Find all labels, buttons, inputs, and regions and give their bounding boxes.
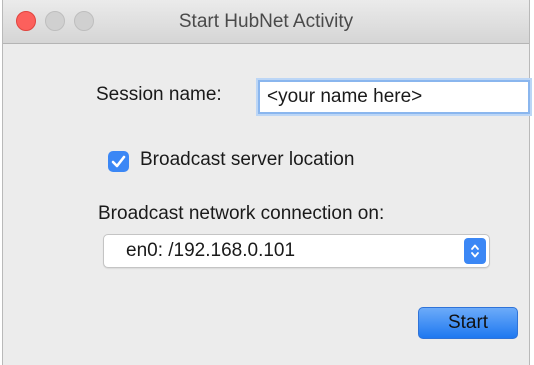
- updown-chevron-icon: [464, 238, 486, 264]
- window-title: Start HubNet Activity: [178, 11, 354, 32]
- network-connection-label: Broadcast network connection on:: [98, 203, 385, 224]
- session-name-label: Session name:: [96, 84, 222, 105]
- session-name-input[interactable]: [258, 80, 530, 114]
- start-hubnet-dialog: Start HubNet Activity Session name: Broa…: [2, 0, 530, 365]
- start-button[interactable]: Start: [418, 307, 518, 339]
- title-bar[interactable]: Start HubNet Activity: [3, 0, 529, 44]
- broadcast-server-checkbox[interactable]: [108, 151, 129, 172]
- network-interface-select[interactable]: en0: /192.168.0.101: [103, 234, 490, 268]
- network-interface-value: en0: /192.168.0.101: [126, 240, 296, 261]
- checkmark-icon: [111, 155, 126, 168]
- broadcast-server-label[interactable]: Broadcast server location: [140, 149, 354, 171]
